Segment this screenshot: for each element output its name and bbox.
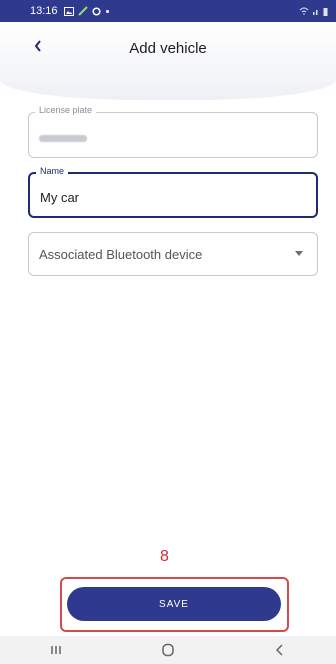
status-notification-icons [63,6,110,16]
bluetooth-device-placeholder: Associated Bluetooth device [39,247,203,262]
status-system-icons [299,7,328,16]
page-title: Add vehicle [129,40,207,57]
circle-icon [91,6,101,16]
back-arrow-icon [275,644,283,656]
step-number-annotation: 8 [160,548,169,565]
image-icon [63,6,74,16]
status-bar: 13:16 [0,0,336,22]
license-plate-field[interactable]: License plate [28,105,318,158]
leaf-icon [77,6,88,16]
app-header: Add vehicle [0,22,336,100]
bluetooth-device-select[interactable]: Associated Bluetooth device [28,232,318,276]
name-label: Name [36,166,69,176]
name-field[interactable]: Name My car [28,166,318,218]
system-nav-bar [0,636,336,664]
home-icon [162,643,174,657]
recent-apps-button[interactable] [44,638,68,662]
name-value: My car [40,190,79,205]
recent-apps-icon [51,646,61,654]
dot-icon [105,9,109,13]
license-plate-label: License plate [35,105,97,115]
dropdown-arrow-icon [295,251,303,256]
battery-icon [323,7,328,16]
license-plate-value-redacted [39,135,87,142]
save-button[interactable]: SAVE [67,587,281,621]
home-button[interactable] [156,638,180,662]
nav-back-button[interactable] [268,638,292,662]
signal-icon [313,10,318,15]
wifi-icon [299,7,309,15]
status-time: 13:16 [30,5,58,17]
